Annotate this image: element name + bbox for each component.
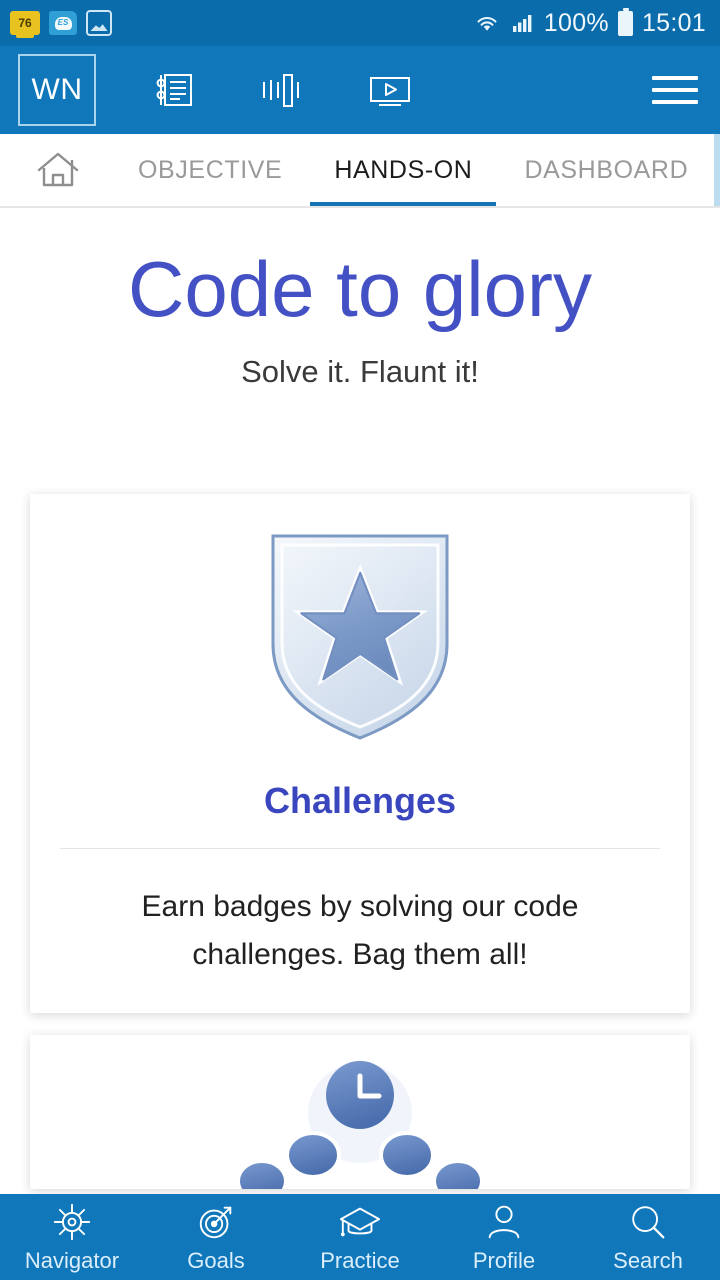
card-media xyxy=(30,1035,690,1189)
person-profile-icon xyxy=(488,1205,520,1238)
page-title: Code to glory xyxy=(128,245,592,333)
graduation-cap-icon xyxy=(339,1207,381,1236)
header-icon-group xyxy=(148,67,416,113)
tab-objective[interactable]: OBJECTIVE xyxy=(112,134,308,206)
audio-waveform-icon[interactable] xyxy=(256,67,308,113)
bottom-nav-item-practice[interactable]: Practice xyxy=(288,1201,432,1274)
tab-hands-on-label: HANDS-ON xyxy=(334,155,473,184)
ship-wheel-icon xyxy=(53,1203,91,1240)
search-magnifier-icon xyxy=(632,1205,665,1238)
bottom-nav-label-practice: Practice xyxy=(320,1247,400,1273)
article-notebook-icon[interactable] xyxy=(148,67,200,113)
target-dartboard-icon xyxy=(199,1206,232,1238)
shield-star-badge-icon xyxy=(271,534,449,740)
status-bar: 76 ES 100% 15:01 xyxy=(0,0,720,46)
status-bar-notifications: 76 ES xyxy=(10,10,112,38)
gallery-icon xyxy=(86,10,112,36)
sd-card-storage-icon: 76 xyxy=(10,11,40,38)
bottom-nav-item-search[interactable]: Search xyxy=(576,1201,720,1274)
app-logo[interactable]: WN xyxy=(18,54,96,126)
bottom-nav-item-goals[interactable]: Goals xyxy=(144,1201,288,1274)
card-description: Earn badges by solving our code challeng… xyxy=(141,890,579,971)
tab-dashboard-label: DASHBOARD xyxy=(524,155,689,184)
bottom-nav-label-profile: Profile xyxy=(472,1247,536,1273)
card-challenges[interactable]: Challenges Earn badges by solving our co… xyxy=(30,494,690,1013)
app-logo-label: WN xyxy=(31,73,83,106)
card-title: Challenges xyxy=(263,780,457,821)
page-subtitle: Solve it. Flaunt it! xyxy=(241,354,479,389)
clock-time: 15:01 xyxy=(641,8,706,37)
tab-home[interactable] xyxy=(0,134,112,206)
card-media xyxy=(30,494,690,756)
status-bar-system: 100% 15:01 xyxy=(474,7,706,38)
bottom-nav-label-navigator: Navigator xyxy=(24,1247,120,1273)
tab-dashboard[interactable]: DASHBOARD xyxy=(498,134,714,206)
es-file-explorer-icon: ES xyxy=(49,11,77,35)
wifi-icon xyxy=(477,17,497,31)
bottom-navigation-bar: Navigator Goals Practice Profile Search xyxy=(0,1194,720,1280)
hamburger-menu-icon[interactable] xyxy=(652,76,698,104)
tab-scroll-next-button[interactable] xyxy=(714,134,720,206)
bottom-nav-label-search: Search xyxy=(613,1247,683,1273)
tab-objective-label: OBJECTIVE xyxy=(138,155,283,184)
video-player-icon[interactable] xyxy=(364,67,416,113)
tab-hands-on[interactable]: HANDS-ON xyxy=(308,134,498,206)
battery-full-icon xyxy=(617,7,633,36)
card-next-partial[interactable] xyxy=(30,1035,690,1189)
home-icon xyxy=(37,152,79,187)
bottom-nav-item-navigator[interactable]: Navigator xyxy=(0,1201,144,1274)
bottom-nav-item-profile[interactable]: Profile xyxy=(432,1201,576,1274)
section-tab-bar: OBJECTIVE HANDS-ON DASHBOARD xyxy=(0,134,720,208)
page-content: Code to glory Solve it. Flaunt it! Chall… xyxy=(0,208,720,1194)
battery-percentage: 100% xyxy=(543,8,609,37)
bottom-nav-label-goals: Goals xyxy=(187,1247,245,1273)
cellular-signal-icon xyxy=(512,15,532,32)
clock-network-icon xyxy=(236,1061,484,1189)
app-header: WN xyxy=(0,46,720,134)
sd-card-storage-label: 76 xyxy=(18,16,32,30)
